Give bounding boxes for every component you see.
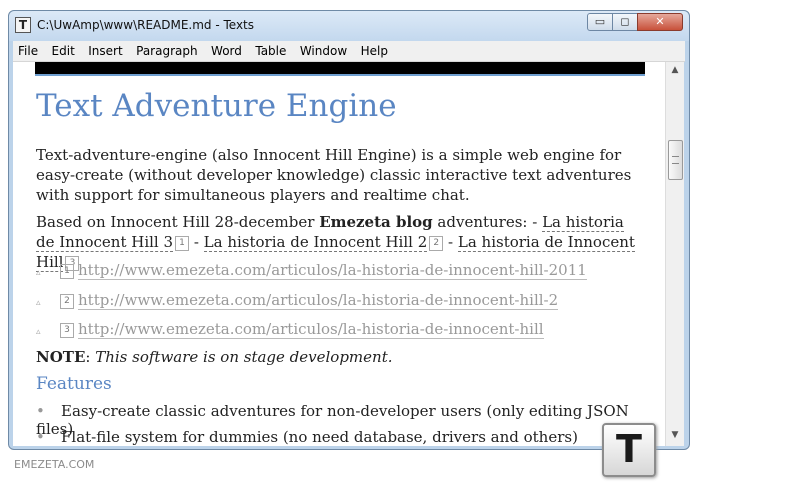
separator-1: - xyxy=(189,233,204,251)
menu-word[interactable]: Word xyxy=(206,41,246,58)
grip-icon xyxy=(672,156,679,164)
app-icon[interactable]: T xyxy=(15,17,31,33)
reference-marker-icon: ▵ xyxy=(36,268,41,278)
maximize-button[interactable]: ◻ xyxy=(612,13,638,31)
close-button[interactable]: ✕ xyxy=(637,13,683,31)
list-item: • Flat-file system for dummies (no need d… xyxy=(36,428,578,446)
features-heading: Features xyxy=(36,374,112,394)
menu-edit[interactable]: Edit xyxy=(47,41,79,58)
menu-insert[interactable]: Insert xyxy=(83,41,126,58)
note-text: This software is on stage development. xyxy=(95,348,393,366)
watermark: EMEZETA.COM xyxy=(14,458,95,471)
vertical-scrollbar[interactable]: ▲ ▼ xyxy=(665,62,684,446)
ref-marker-2[interactable]: 2 xyxy=(429,236,444,251)
scroll-up-icon[interactable]: ▲ xyxy=(666,65,684,81)
reference-number: 2 xyxy=(60,294,74,309)
menu-window[interactable]: Window xyxy=(295,41,351,58)
app-window: T C:\UwAmp\www\README.md - Texts ▭ ◻ ✕ F… xyxy=(8,10,690,450)
title-bar[interactable]: T C:\UwAmp\www\README.md - Texts ▭ ◻ ✕ xyxy=(9,11,689,41)
reference-number: 1 xyxy=(60,264,74,279)
separator-2: - xyxy=(443,233,458,251)
reference-row: ▵ 2 http://www.emezeta.com/articulos/la-hi… xyxy=(36,291,559,310)
reference-row: ▵ 1 http://www.emezeta.com/articulos/la-hi… xyxy=(36,261,587,280)
reference-row: ▵ 3 http://www.emezeta.com/articulos/la-hi… xyxy=(36,320,544,339)
bullet-icon: • xyxy=(36,402,45,420)
intro-paragraph: Text-adventure-engine (also Innocent Hil… xyxy=(36,146,632,204)
based-prefix: Based on Innocent Hill 28-december xyxy=(36,213,320,231)
reference-url[interactable]: http://www.emezeta.com/articulos/la-hist… xyxy=(78,320,544,339)
note-colon: : xyxy=(85,348,96,366)
menu-table[interactable]: Table xyxy=(250,41,290,58)
menu-paragraph[interactable]: Paragraph xyxy=(131,41,201,58)
reference-url[interactable]: http://www.emezeta.com/articulos/la-hist… xyxy=(78,291,559,310)
document-heading: Text Adventure Engine xyxy=(36,88,397,124)
bullet-icon: • xyxy=(36,428,45,446)
note-label: NOTE xyxy=(36,348,86,366)
app-logo: T xyxy=(602,423,656,477)
menu-help[interactable]: Help xyxy=(356,41,392,58)
scroll-thumb[interactable] xyxy=(668,140,683,180)
link-innocent-hill-2[interactable]: La historia de Innocent Hill 2 xyxy=(203,233,428,252)
window-title: C:\UwAmp\www\README.md - Texts xyxy=(37,18,255,32)
reference-marker-icon: ▵ xyxy=(36,298,41,308)
menu-file[interactable]: File xyxy=(13,41,42,58)
note-line: NOTE: This software is on stage developm… xyxy=(36,348,393,366)
emezeta-blog-text: Emezeta blog xyxy=(319,213,433,231)
scroll-down-icon[interactable]: ▼ xyxy=(666,430,684,446)
minimize-button[interactable]: ▭ xyxy=(587,13,613,31)
document-area[interactable]: Text Adventure Engine Text-adventure-eng… xyxy=(13,62,665,446)
list-item-text: Flat-file system for dummies (no need da… xyxy=(61,428,578,446)
menu-bar: File Edit Insert Paragraph Word Table Wi… xyxy=(13,41,685,62)
top-divider xyxy=(35,62,645,76)
based-mid: adventures: - xyxy=(432,213,543,231)
reference-url[interactable]: http://www.emezeta.com/articulos/la-hist… xyxy=(78,261,587,280)
reference-number: 3 xyxy=(60,323,74,338)
ref-marker-1[interactable]: 1 xyxy=(175,236,190,251)
reference-marker-icon: ▵ xyxy=(36,327,41,337)
